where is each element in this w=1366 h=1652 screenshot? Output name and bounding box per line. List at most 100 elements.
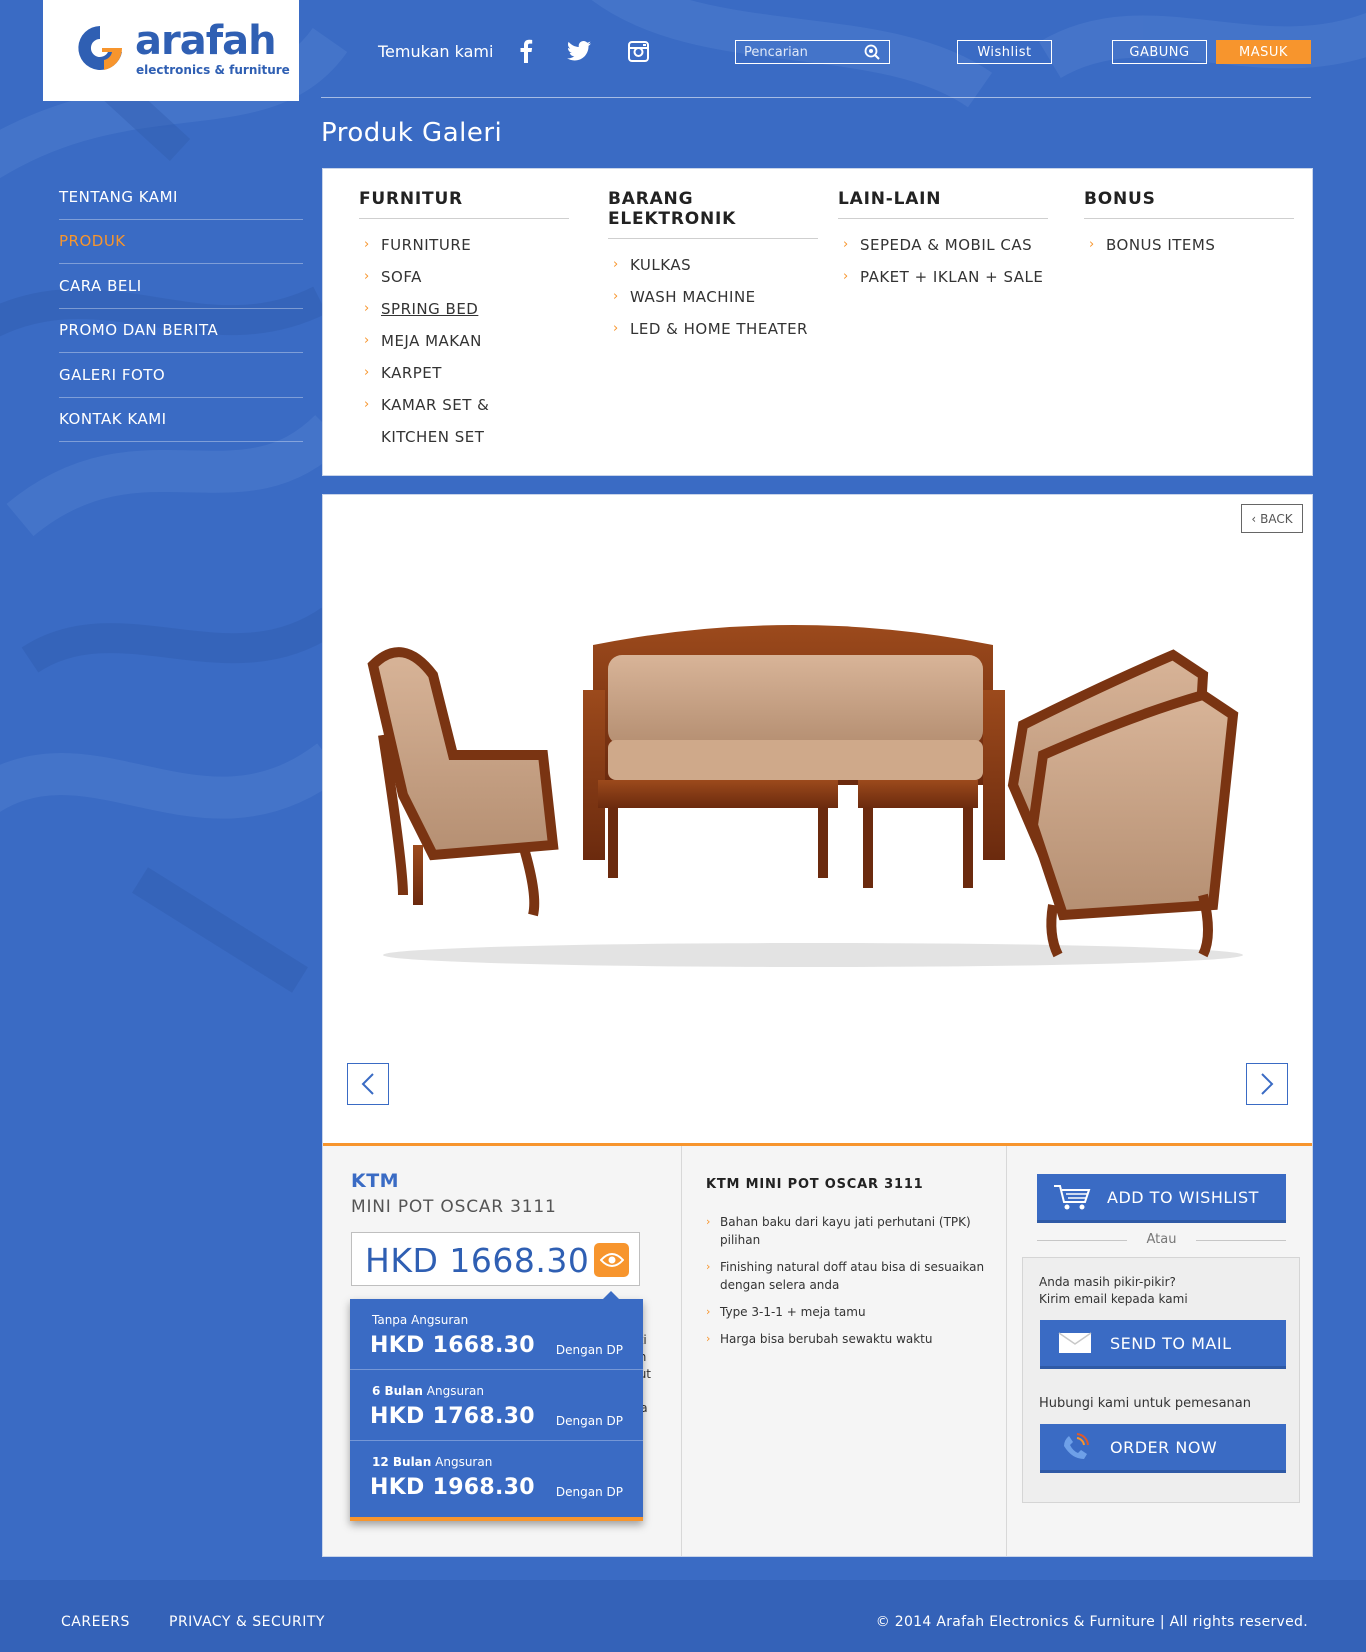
instagram-icon[interactable] <box>625 38 651 64</box>
chevron-right-icon: › <box>706 1332 711 1345</box>
chevron-right-icon: › <box>1089 237 1095 252</box>
installment-price: HKD 1668.30 <box>370 1333 535 1358</box>
chevron-left-icon: ‹ <box>1251 511 1257 526</box>
chevron-right-icon: › <box>613 257 619 272</box>
column-divider <box>681 1146 682 1556</box>
category-item[interactable]: › SPRING BED <box>359 293 569 325</box>
category-item[interactable]: › PAKET + IKLAN + SALE <box>838 261 1048 293</box>
category-panel: FURNITUR › FURNITURE › SOFA › SPRING BED › M… <box>322 168 1313 476</box>
sidebar-item-cara-beli[interactable]: CARA BELI <box>59 264 303 309</box>
sidebar-item-produk[interactable]: PRODUK <box>59 220 303 264</box>
header-divider <box>321 97 1311 98</box>
join-button[interactable]: GABUNG <box>1112 40 1207 64</box>
price-box: HKD 1668.30 <box>351 1232 640 1286</box>
installment-option[interactable]: Tanpa Angsuran HKD 1668.30 Dengan DP <box>350 1299 643 1370</box>
cart-icon <box>1037 1183 1107 1211</box>
price-value: HKD 1668.30 <box>365 1241 590 1280</box>
installment-option[interactable]: 12 Bulan Angsuran HKD 1968.30 Dengan DP <box>350 1441 643 1512</box>
order-now-button[interactable]: ORDER NOW <box>1040 1424 1286 1473</box>
category-title: FURNITUR <box>359 189 569 219</box>
category-item[interactable]: › WASH MACHINE <box>608 281 818 313</box>
category-title: BONUS <box>1084 189 1294 219</box>
chevron-right-icon: › <box>364 269 370 284</box>
chevron-right-icon: › <box>706 1215 711 1228</box>
category-item[interactable]: › BONUS ITEMS <box>1084 229 1294 261</box>
page-title: Produk Galeri <box>321 118 503 148</box>
chevron-right-icon: › <box>364 333 370 348</box>
copyright: © 2014 Arafah Electronics & Furniture | … <box>875 1614 1308 1630</box>
category-title: LAIN-LAIN <box>838 189 1048 219</box>
twitter-icon[interactable] <box>566 38 592 64</box>
privacy-security-link[interactable]: PRIVACY & SECURITY <box>169 1614 325 1630</box>
chevron-right-icon: › <box>613 321 619 336</box>
sidebar-item-galeri-foto[interactable]: GALERI FOTO <box>59 353 303 398</box>
product-image <box>367 625 1243 967</box>
installment-dropdown: Tanpa Angsuran HKD 1668.30 Dengan DP 6 B… <box>350 1291 643 1521</box>
next-arrow-button[interactable] <box>1246 1063 1288 1105</box>
send-to-mail-button[interactable]: SEND TO MAIL <box>1040 1320 1286 1369</box>
category-furnitur: FURNITUR › FURNITURE › SOFA › SPRING BED › M… <box>359 189 569 453</box>
description-title: KTM MINI POT OSCAR 3111 <box>706 1177 924 1192</box>
view-installments-button[interactable] <box>594 1243 629 1277</box>
description-list: › Bahan baku dari kayu jati perhutani (TP… <box>706 1213 996 1357</box>
category-lain-lain: LAIN-LAIN › SEPEDA & MOBIL CAS › PAKET + I… <box>838 189 1048 293</box>
category-item[interactable]: › KARPET <box>359 357 569 389</box>
facebook-icon[interactable] <box>513 38 539 64</box>
installment-price: HKD 1968.30 <box>370 1475 535 1500</box>
chevron-right-icon: › <box>364 365 370 380</box>
chevron-right-icon: › <box>613 289 619 304</box>
description-item: › Type 3-1-1 + meja tamu <box>706 1305 866 1319</box>
column-divider <box>1006 1146 1007 1556</box>
footer: CAREERS PRIVACY & SECURITY © 2014 Arafah… <box>0 1580 1366 1652</box>
search-box[interactable] <box>735 40 890 64</box>
order-now-label: ORDER NOW <box>1110 1437 1218 1457</box>
sidebar-item-promo-dan-berita[interactable]: PROMO DAN BERITA <box>59 309 303 353</box>
envelope-icon <box>1040 1332 1110 1354</box>
installment-option[interactable]: 6 Bulan Angsuran HKD 1768.30 Dengan DP <box>350 1370 643 1441</box>
chevron-right-icon: › <box>706 1305 711 1318</box>
chevron-right-icon: › <box>843 237 849 252</box>
category-item[interactable]: › LED & HOME THEATER <box>608 313 818 345</box>
search-icon[interactable] <box>861 41 883 63</box>
logo-mark-icon <box>78 26 123 70</box>
description-item: › Harga bisa berubah sewaktu waktu <box>706 1332 933 1346</box>
logo-name: arafah <box>135 18 277 64</box>
description-item: › Bahan baku dari kayu jati perhutani (TP… <box>706 1215 971 1247</box>
previous-arrow-button[interactable] <box>347 1063 389 1105</box>
chevron-right-icon: › <box>364 301 370 316</box>
category-item[interactable]: › KAMAR SET & <box>359 389 569 421</box>
mail-prompt: Anda masih pikir-pikir? Kirim email kepa… <box>1039 1275 1188 1306</box>
careers-link[interactable]: CAREERS <box>61 1614 130 1630</box>
chevron-right-icon: › <box>706 1260 711 1273</box>
chevron-right-icon: › <box>364 397 370 412</box>
add-to-wishlist-button[interactable]: ADD TO WISHLIST <box>1037 1174 1286 1223</box>
contact-prompt: Hubungi kami untuk pemesanan <box>1039 1396 1251 1411</box>
category-item-continuation[interactable]: KITCHEN SET <box>359 421 569 453</box>
sidebar-item-kontak-kami[interactable]: KONTAK KAMI <box>59 398 303 442</box>
logo[interactable]: arafah electronics & furniture <box>43 0 299 101</box>
search-input[interactable] <box>736 44 861 60</box>
category-barang-elektronik: BARANG ELEKTRONIK › KULKAS › WASH MACHINE … <box>608 189 818 345</box>
category-item[interactable]: › KULKAS <box>608 249 818 281</box>
chevron-right-icon: › <box>843 269 849 284</box>
category-item[interactable]: › SEPEDA & MOBIL CAS <box>838 229 1048 261</box>
login-button[interactable]: MASUK <box>1216 40 1311 64</box>
eye-icon <box>599 1253 624 1267</box>
category-item[interactable]: › FURNITURE <box>359 229 569 261</box>
add-to-wishlist-label: ADD TO WISHLIST <box>1107 1187 1259 1207</box>
back-button[interactable]: ‹ BACK <box>1241 504 1303 533</box>
category-item[interactable]: › MEJA MAKAN <box>359 325 569 357</box>
installment-note: Dengan DP <box>555 1343 623 1357</box>
phone-icon <box>1040 1432 1110 1462</box>
find-us-label: Temukan kami <box>378 42 494 61</box>
send-to-mail-label: SEND TO MAIL <box>1110 1333 1232 1353</box>
sidebar-nav: TENTANG KAMI PRODUK CARA BELI PROMO DAN … <box>59 175 303 442</box>
product-panel: ‹ BACK KTM MINI POT OSCAR 3111 HKD 1668.… <box>322 494 1313 1557</box>
description-item: › Finishing natural doff atau bisa di ses… <box>706 1260 985 1292</box>
category-item[interactable]: › SOFA <box>359 261 569 293</box>
category-bonus: BONUS › BONUS ITEMS <box>1084 189 1294 261</box>
wishlist-button[interactable]: Wishlist <box>957 40 1052 64</box>
product-brand: KTM <box>351 1170 400 1192</box>
sidebar-item-tentang-kami[interactable]: TENTANG KAMI <box>59 175 303 220</box>
logo-tagline: electronics & furniture <box>136 63 290 77</box>
